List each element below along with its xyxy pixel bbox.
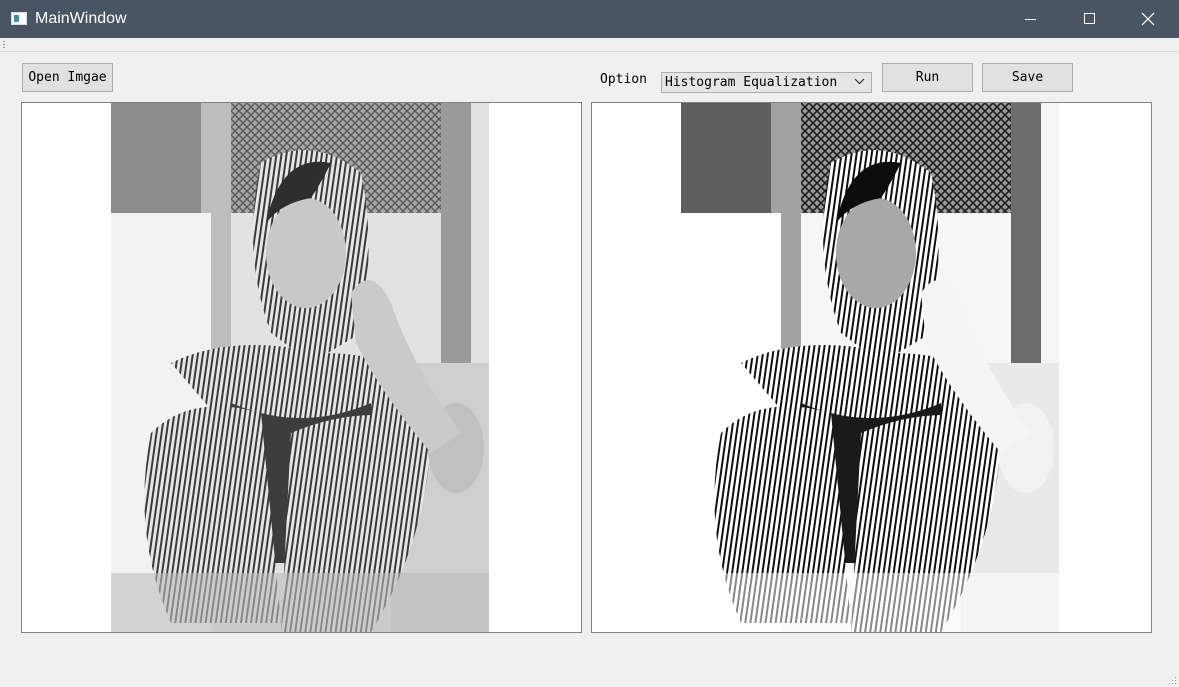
toolbar-strip (0, 38, 1179, 52)
original-image (111, 103, 489, 632)
title-bar[interactable]: MainWindow (0, 0, 1179, 38)
maximize-icon (1084, 13, 1095, 24)
open-image-button[interactable]: Open Imgae (22, 63, 113, 92)
close-button[interactable] (1119, 0, 1177, 38)
window-title: MainWindow (35, 10, 127, 27)
app-window-icon (11, 12, 27, 25)
option-label: Option (600, 72, 647, 87)
original-image-panel (21, 102, 582, 633)
close-icon (1141, 12, 1155, 26)
main-window: MainWindow Open Imgae Option Histogram E… (0, 0, 1179, 687)
toolbar-grip-icon[interactable] (3, 41, 5, 48)
chevron-down-icon (854, 78, 865, 85)
resize-grip-icon[interactable] (1167, 675, 1177, 685)
option-selected-value: Histogram Equalization (665, 75, 838, 90)
processed-image (681, 103, 1059, 632)
run-button[interactable]: Run (882, 63, 973, 92)
save-button[interactable]: Save (982, 63, 1073, 92)
minimize-button[interactable] (1001, 0, 1059, 38)
maximize-button[interactable] (1060, 0, 1118, 38)
processed-image-panel (591, 102, 1152, 633)
minimize-icon (1025, 19, 1036, 20)
option-select[interactable]: Histogram Equalization (661, 72, 872, 93)
